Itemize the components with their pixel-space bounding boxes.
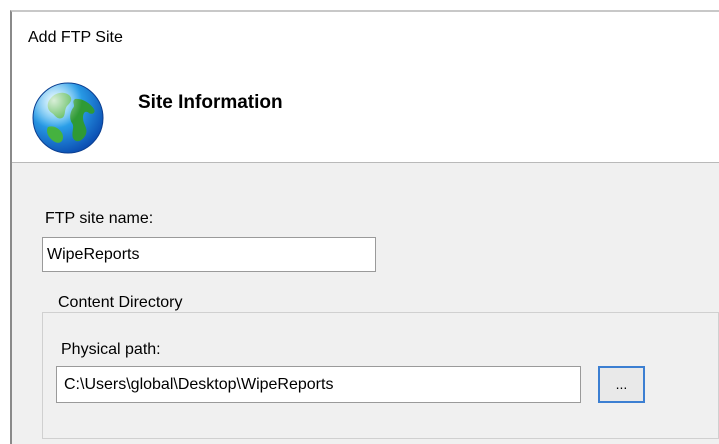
ftp-site-name-label: FTP site name: bbox=[45, 210, 154, 227]
physical-path-label: Physical path: bbox=[61, 341, 161, 358]
add-ftp-site-dialog: Add FTP Site Site Information FTP site n… bbox=[10, 10, 719, 444]
ftp-site-name-input[interactable] bbox=[42, 237, 376, 272]
browse-button[interactable]: ... bbox=[598, 366, 645, 403]
physical-path-input[interactable] bbox=[56, 366, 581, 403]
dialog-title: Add FTP Site bbox=[28, 29, 123, 46]
content-directory-label: Content Directory bbox=[56, 294, 187, 312]
globe-icon bbox=[32, 82, 104, 154]
dialog-header: Add FTP Site Site Information bbox=[12, 12, 719, 163]
section-title: Site Information bbox=[138, 92, 283, 113]
